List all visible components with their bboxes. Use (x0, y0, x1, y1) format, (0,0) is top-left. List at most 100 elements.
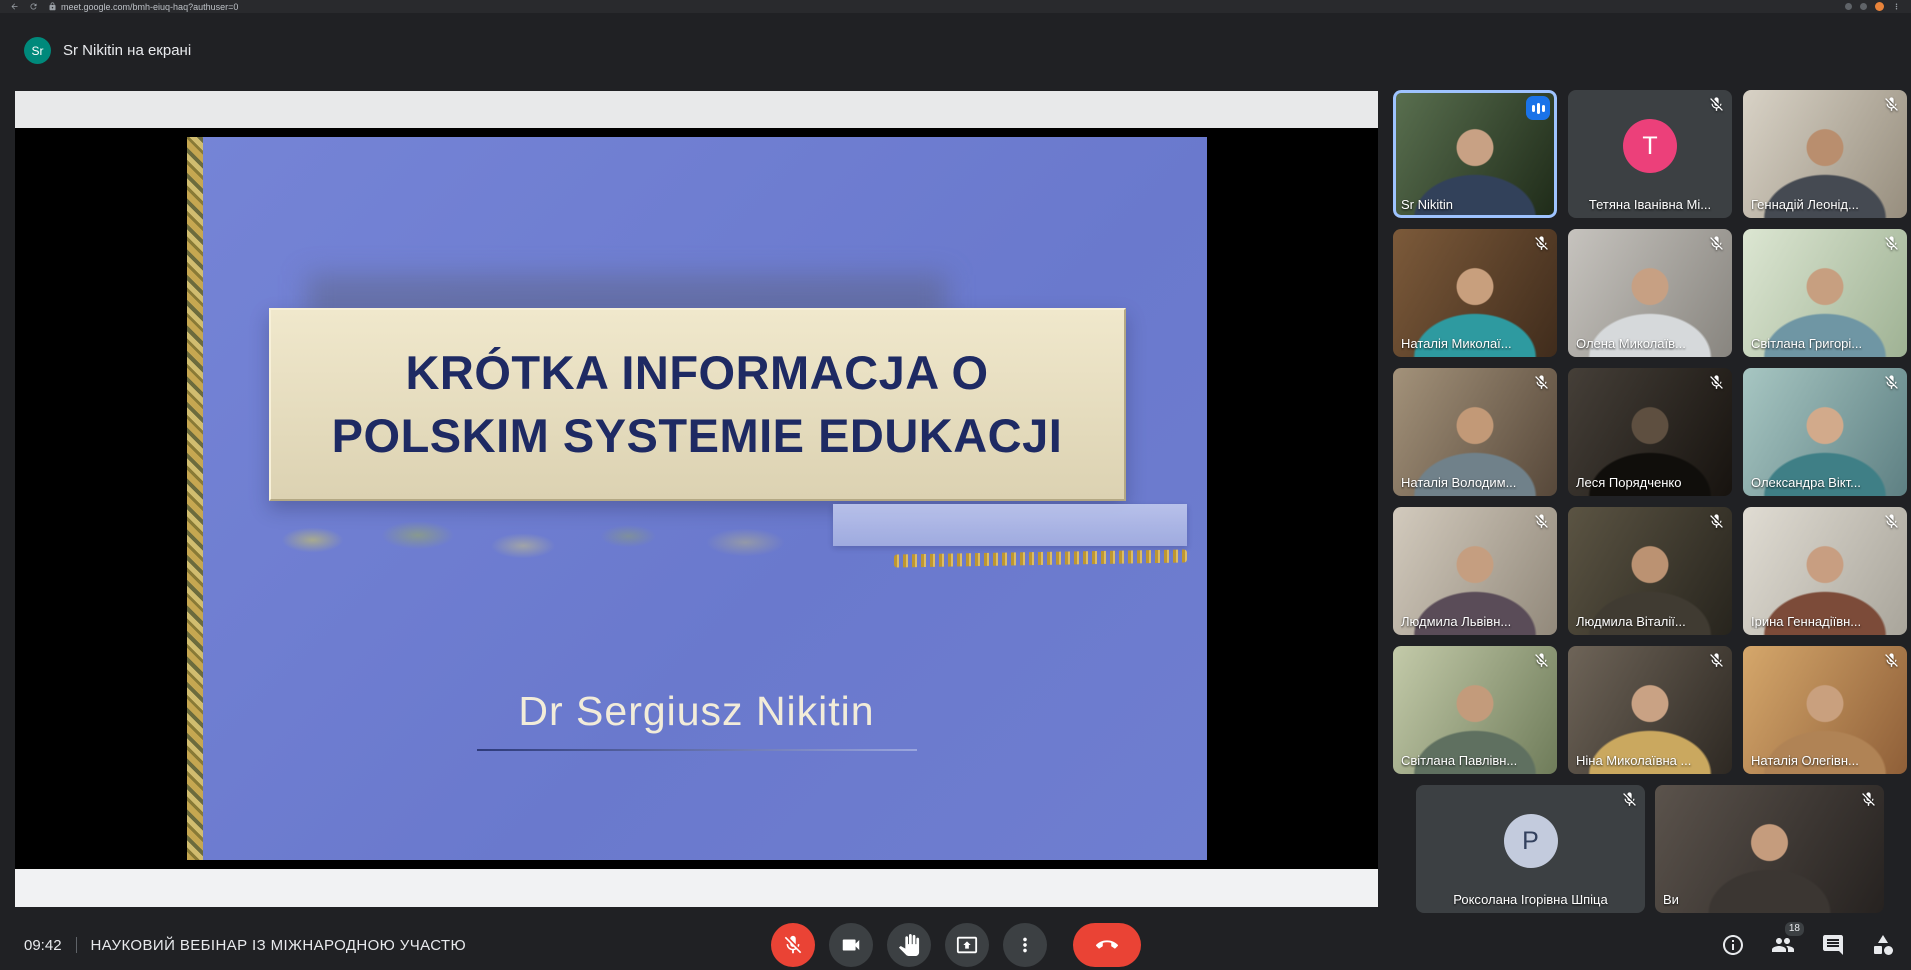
people-icon (1771, 933, 1795, 957)
slide-presenter-name: Dr Sergiusz Nikitin (187, 688, 1207, 735)
participant-name: Наталія Олегівн... (1751, 753, 1899, 768)
mic-off-icon (1533, 235, 1550, 252)
more-options-button[interactable] (1003, 923, 1047, 967)
meet-page: Sr Sr Nikitin на екрані KRÓTKA INFORMACJ… (0, 13, 1911, 970)
lock-icon (48, 2, 57, 11)
participant-name: Ірина Геннадіївн... (1751, 614, 1899, 629)
extension-icon[interactable] (1845, 3, 1852, 10)
chat-button[interactable] (1821, 933, 1845, 957)
presenting-banner: Sr Sr Nikitin на екрані (24, 37, 191, 64)
info-icon (1721, 933, 1745, 957)
mic-off-icon (1533, 374, 1550, 391)
participant-tile[interactable]: Світлана Григорі... (1743, 229, 1907, 357)
mic-off-icon (1860, 791, 1877, 808)
participant-name: Sr Nikitin (1401, 197, 1549, 212)
hand-icon (898, 934, 920, 956)
browser-actions (1845, 2, 1901, 11)
slide-decorative-band (254, 506, 1187, 573)
participant-tile[interactable]: Наталія Володим... (1393, 368, 1557, 496)
mic-off-icon (1708, 513, 1725, 530)
participant-name: Наталія Володим... (1401, 475, 1549, 490)
participant-tile[interactable]: Ви (1655, 785, 1884, 913)
bottom-bar: 09:42 НАУКОВИЙ ВЕБІНАР ІЗ МІЖНАРОДНОЮ УЧ… (0, 920, 1911, 970)
participant-name: Наталія Миколаї... (1401, 336, 1549, 351)
participant-tile[interactable]: Наталія Олегівн... (1743, 646, 1907, 774)
participant-tile[interactable]: Геннадій Леонід... (1743, 90, 1907, 218)
mic-off-icon (1708, 652, 1725, 669)
participant-name: Тетяна Іванівна Мі... (1576, 197, 1724, 212)
call-end-icon (1096, 934, 1118, 956)
participant-name: Світлана Григорі... (1751, 336, 1899, 351)
participant-tile[interactable]: Sr Nikitin (1393, 90, 1557, 218)
speaking-indicator (1526, 96, 1550, 120)
profile-avatar[interactable] (1875, 2, 1884, 11)
slide-title-line1: KRÓTKA INFORMACJA O (405, 342, 988, 404)
participants-sidebar: Sr Nikitin T Тетяна Іванівна Мі... Геннадій… (1393, 90, 1907, 913)
mic-off-icon (1533, 513, 1550, 530)
participant-tile[interactable]: Людмила Львівн... (1393, 507, 1557, 635)
mic-mute-button[interactable] (771, 923, 815, 967)
participant-tile[interactable]: Леся Порядченко (1568, 368, 1732, 496)
more-vert-icon (1014, 934, 1036, 956)
url-text: meet.google.com/bmh-eiuq-haq?authuser=0 (61, 2, 238, 12)
extension-icon[interactable] (1860, 3, 1867, 10)
present-screen-icon (956, 934, 978, 956)
mic-off-icon (1708, 235, 1725, 252)
slide: KRÓTKA INFORMACJA O POLSKIM SYSTEMIE EDU… (187, 137, 1207, 860)
meeting-details-button[interactable] (1721, 933, 1745, 957)
mic-off-icon (1708, 96, 1725, 113)
participant-name: Геннадій Леонід... (1751, 197, 1899, 212)
participants-button[interactable]: 18 (1771, 933, 1795, 957)
participant-tile[interactable]: T Тетяна Іванівна Мі... (1568, 90, 1732, 218)
meeting-title: НАУКОВИЙ ВЕБІНАР ІЗ МІЖНАРОДНОЮ УЧАСТЮ (91, 937, 467, 954)
participant-tile[interactable]: Олександра Вікт... (1743, 368, 1907, 496)
participant-name: Олена Миколаїв... (1576, 336, 1724, 351)
leave-call-button[interactable] (1073, 923, 1141, 967)
participant-tile[interactable]: Людмила Віталії... (1568, 507, 1732, 635)
participant-avatar: P (1504, 814, 1558, 868)
participants-grid: Sr Nikitin T Тетяна Іванівна Мі... Геннадій… (1393, 90, 1907, 774)
present-button[interactable] (945, 923, 989, 967)
call-controls (771, 920, 1141, 970)
back-icon[interactable] (10, 2, 19, 11)
slide-underline (477, 749, 917, 751)
browser-menu-icon[interactable] (1892, 2, 1901, 11)
participant-name: Ніна Миколаївна ... (1576, 753, 1724, 768)
presentation-stage: KRÓTKA INFORMACJA O POLSKIM SYSTEMIE EDU… (15, 128, 1378, 869)
slide-decorative-border (187, 137, 203, 860)
participant-tile[interactable]: Ніна Миколаївна ... (1568, 646, 1732, 774)
activities-button[interactable] (1871, 933, 1895, 957)
presentation-bottom-strip (15, 869, 1378, 907)
mic-off-icon (782, 934, 804, 956)
participant-tile[interactable]: Світлана Павлівн... (1393, 646, 1557, 774)
participant-name: Світлана Павлівн... (1401, 753, 1549, 768)
address-bar[interactable]: meet.google.com/bmh-eiuq-haq?authuser=0 (48, 2, 238, 12)
mic-off-icon (1883, 96, 1900, 113)
participant-name: Ви (1663, 892, 1876, 907)
mic-off-icon (1533, 652, 1550, 669)
participant-tile[interactable]: Наталія Миколаї... (1393, 229, 1557, 357)
participant-tile[interactable]: Ірина Геннадіївн... (1743, 507, 1907, 635)
participant-tile[interactable]: PРоксолана Ігорівна Шпіца (1416, 785, 1645, 913)
participant-avatar: T (1623, 119, 1677, 173)
mic-off-icon (1883, 235, 1900, 252)
camera-button[interactable] (829, 923, 873, 967)
presenter-avatar: Sr (24, 37, 51, 64)
chat-icon (1821, 933, 1845, 957)
mic-off-icon (1883, 374, 1900, 391)
activities-icon (1871, 933, 1895, 957)
divider (76, 937, 77, 953)
raise-hand-button[interactable] (887, 923, 931, 967)
presentation-area: KRÓTKA INFORMACJA O POLSKIM SYSTEMIE EDU… (15, 91, 1378, 907)
participant-name: Леся Порядченко (1576, 475, 1724, 490)
slide-title-line2: POLSKIM SYSTEMIE EDUKACJI (332, 405, 1063, 467)
slide-title-box: KRÓTKA INFORMACJA O POLSKIM SYSTEMIE EDU… (269, 308, 1126, 501)
meeting-panels: 18 (1721, 920, 1895, 970)
videocam-icon (840, 934, 862, 956)
browser-toolbar: meet.google.com/bmh-eiuq-haq?authuser=0 (0, 0, 1911, 13)
mic-off-icon (1883, 652, 1900, 669)
gold-speckle-band (894, 549, 1187, 567)
refresh-icon[interactable] (29, 2, 38, 11)
mic-off-icon (1621, 791, 1638, 808)
participant-tile[interactable]: Олена Миколаїв... (1568, 229, 1732, 357)
